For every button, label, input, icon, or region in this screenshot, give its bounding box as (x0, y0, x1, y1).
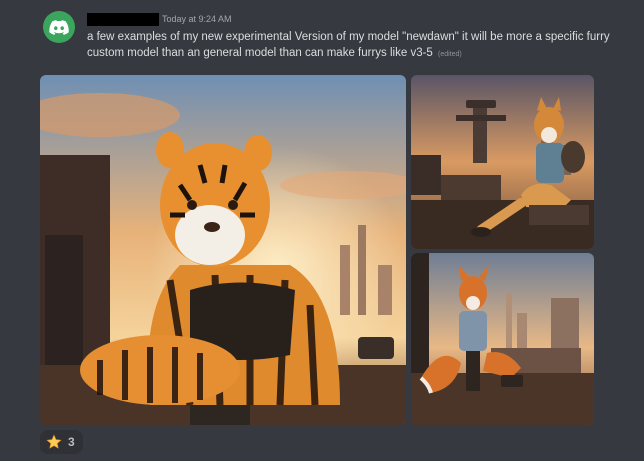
message-header: Today at 9:24 AM (87, 12, 232, 26)
reactions-bar: 3 (40, 430, 83, 454)
chat-message: Today at 9:24 AM a few examples of my ne… (0, 0, 644, 461)
discord-logo-icon[interactable] (43, 11, 75, 43)
star-icon (46, 434, 62, 450)
shiba-image[interactable] (411, 75, 594, 249)
fox-image[interactable] (411, 253, 594, 425)
message-text: a few examples of my new experimental Ve… (87, 31, 610, 59)
image-gallery (40, 75, 596, 425)
message-timestamp[interactable]: Today at 9:24 AM (162, 14, 232, 24)
tiger-image[interactable] (40, 75, 406, 425)
edited-label: (edited) (438, 51, 462, 58)
reaction-count: 3 (68, 435, 75, 449)
message-content: a few examples of my new experimental Ve… (87, 29, 627, 63)
star-reaction-button[interactable]: 3 (40, 430, 83, 454)
redacted-username[interactable] (87, 12, 159, 26)
